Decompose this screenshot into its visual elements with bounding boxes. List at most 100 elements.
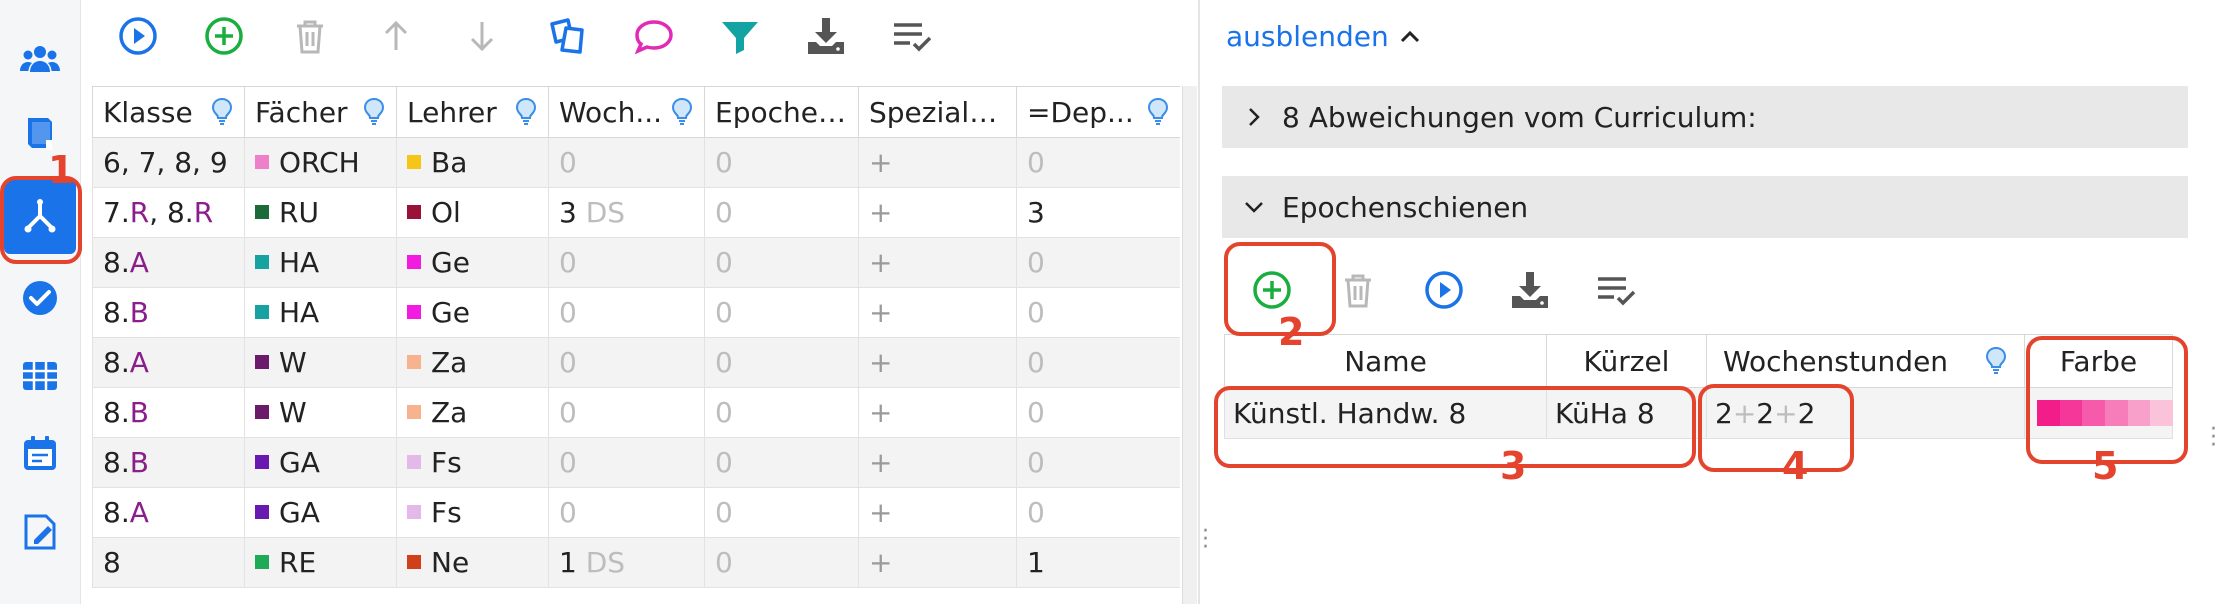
spezial-cell[interactable]: + [858, 537, 1017, 588]
download-icon[interactable] [1502, 262, 1558, 318]
checklist-icon[interactable] [884, 8, 940, 64]
epochenschienen-section[interactable]: Epochenschienen [1222, 176, 2188, 238]
column-header-epochen[interactable]: Epochen... [704, 86, 859, 138]
fach-cell[interactable]: GA [244, 437, 397, 488]
deputat-cell[interactable]: 0 [1016, 137, 1180, 188]
fach-cell[interactable]: RU [244, 187, 397, 238]
column-header-wochenstunden[interactable]: Wochenstunden [1706, 334, 2025, 388]
copy-icon[interactable] [540, 8, 596, 64]
lehrer-cell[interactable]: Fs [396, 437, 549, 488]
checklist-icon[interactable] [1588, 262, 1644, 318]
add-icon[interactable] [196, 8, 252, 64]
column-header-deputat[interactable]: =Dep... [1016, 86, 1180, 138]
column-header-spezial[interactable]: Spezialfä... [858, 86, 1017, 138]
filter-icon[interactable] [712, 8, 768, 64]
lehrer-cell[interactable]: Ge [396, 287, 549, 338]
table-row[interactable]: 7.R, 8.R RU Ol 3 DS 0 +3 [92, 187, 1180, 238]
wochenstunden-cell[interactable]: 3 DS [548, 187, 705, 238]
spezial-cell[interactable]: + [858, 487, 1017, 538]
epochen-cell[interactable]: 0 [704, 237, 859, 288]
fach-cell[interactable]: HA [244, 287, 397, 338]
lehrer-cell[interactable]: Ne [396, 537, 549, 588]
play-icon[interactable] [1416, 262, 1472, 318]
fach-cell[interactable]: ORCH [244, 137, 397, 188]
table-row[interactable]: 8 RE Ne 1 DS 0 +1 [92, 537, 1180, 588]
lehrer-cell[interactable]: Za [396, 337, 549, 388]
delete-icon[interactable] [282, 8, 338, 64]
epochen-cell[interactable]: 0 [704, 287, 859, 338]
epochen-cell[interactable]: 0 [704, 537, 859, 588]
epochen-cell[interactable]: 0 [704, 187, 859, 238]
lehrer-cell[interactable]: Ol [396, 187, 549, 238]
deputat-cell[interactable]: 1 [1016, 537, 1180, 588]
deputat-cell[interactable]: 0 [1016, 437, 1180, 488]
column-header-faecher[interactable]: Fächer [244, 86, 397, 138]
table-icon[interactable] [18, 354, 62, 398]
klasse-cell[interactable]: 8.A [92, 237, 245, 288]
lehrer-cell[interactable]: Ge [396, 237, 549, 288]
hide-link[interactable]: ausblenden [1226, 20, 1421, 53]
wochenstunden-cell[interactable]: 0 [548, 437, 705, 488]
wochenstunden-cell[interactable]: 0 [548, 387, 705, 438]
lehrer-cell[interactable]: Za [396, 387, 549, 438]
resize-handle-icon[interactable]: · · · [1202, 521, 1209, 559]
fach-cell[interactable]: GA [244, 487, 397, 538]
download-icon[interactable] [798, 8, 854, 64]
klasse-cell[interactable]: 8.A [92, 337, 245, 388]
deputat-cell[interactable]: 3 [1016, 187, 1180, 238]
klasse-cell[interactable]: 8.B [92, 437, 245, 488]
spezial-cell[interactable]: + [858, 187, 1017, 238]
klasse-cell[interactable]: 8.B [92, 287, 245, 338]
lightbulb-icon[interactable] [210, 97, 234, 127]
spezial-cell[interactable]: + [858, 387, 1017, 438]
delete-icon[interactable] [1330, 262, 1386, 318]
lightbulb-icon[interactable] [514, 97, 538, 127]
deputat-cell[interactable]: 0 [1016, 487, 1180, 538]
epochen-cell[interactable]: 0 [704, 487, 859, 538]
wochenstunden-cell[interactable]: 0 [548, 237, 705, 288]
klasse-cell[interactable]: 8.A [92, 487, 245, 538]
spezial-cell[interactable]: + [858, 287, 1017, 338]
deputat-cell[interactable]: 0 [1016, 237, 1180, 288]
column-header-lehrer[interactable]: Lehrer [396, 86, 549, 138]
klasse-cell[interactable]: 6, 7, 8, 9 [92, 137, 245, 188]
table-row[interactable]: 8.B HA Ge 0 0 +0 [92, 287, 1180, 338]
arrow-down-icon[interactable] [454, 8, 510, 64]
deputat-cell[interactable]: 0 [1016, 387, 1180, 438]
klasse-cell[interactable]: 8.B [92, 387, 245, 438]
table-row[interactable]: 8.B GA Fs 0 0 +0 [92, 437, 1180, 488]
spezial-cell[interactable]: + [858, 237, 1017, 288]
epochen-cell[interactable]: 0 [704, 387, 859, 438]
lightbulb-icon[interactable] [362, 97, 386, 127]
vertical-scrollbar[interactable] [1182, 86, 1197, 604]
check-circle-icon[interactable] [18, 276, 62, 320]
klasse-cell[interactable]: 7.R, 8.R [92, 187, 245, 238]
wochenstunden-cell[interactable]: 0 [548, 287, 705, 338]
panel-divider[interactable] [1198, 0, 1200, 604]
epochen-cell[interactable]: 0 [704, 137, 859, 188]
calendar-icon[interactable] [18, 432, 62, 476]
deputat-cell[interactable]: 0 [1016, 337, 1180, 388]
spezial-cell[interactable]: + [858, 437, 1017, 488]
table-row[interactable]: 8.A HA Ge 0 0 +0 [92, 237, 1180, 288]
wochenstunden-cell[interactable]: 0 [548, 487, 705, 538]
fach-cell[interactable]: HA [244, 237, 397, 288]
users-icon[interactable] [18, 38, 62, 82]
play-icon[interactable] [110, 8, 166, 64]
lightbulb-icon[interactable] [670, 97, 694, 127]
comment-icon[interactable] [626, 8, 682, 64]
wochenstunden-cell[interactable]: 0 [548, 337, 705, 388]
wochenstunden-cell[interactable]: 1 DS [548, 537, 705, 588]
column-header-wochenstunden[interactable]: Woch... [548, 86, 705, 138]
table-row[interactable]: 8.B W Za 0 0 +0 [92, 387, 1180, 438]
fach-cell[interactable]: W [244, 387, 397, 438]
arrow-up-icon[interactable] [368, 8, 424, 64]
lehrer-cell[interactable]: Ba [396, 137, 549, 188]
curriculum-deviations-section[interactable]: 8 Abweichungen vom Curriculum: [1222, 86, 2188, 148]
wochenstunden-cell[interactable]: 0 [548, 137, 705, 188]
deputat-cell[interactable]: 0 [1016, 287, 1180, 338]
fach-cell[interactable]: W [244, 337, 397, 388]
fach-cell[interactable]: RE [244, 537, 397, 588]
column-header-kuerzel[interactable]: Kürzel [1546, 334, 1707, 388]
column-header-name[interactable]: Name [1224, 334, 1547, 388]
